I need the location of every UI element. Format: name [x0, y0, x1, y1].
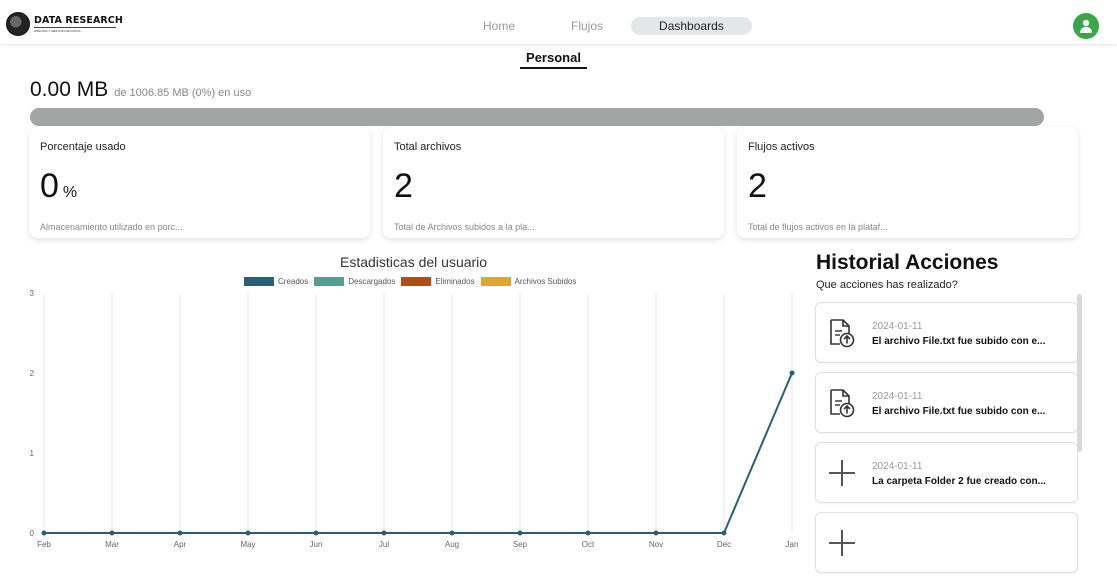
y-tick-label: 0 — [30, 529, 35, 538]
history-list[interactable]: 2024-01-11 El archivo File.txt fue subido… — [814, 302, 1080, 581]
data-point — [721, 530, 727, 536]
data-point — [381, 530, 387, 536]
y-tick-label: 2 — [30, 369, 35, 378]
card-description: Almacenamiento utilizado en porc... — [40, 222, 183, 232]
x-tick-label: Aug — [445, 540, 459, 549]
user-icon — [1080, 19, 1092, 33]
series-line-creados — [44, 372, 793, 534]
y-tick-label: 1 — [30, 449, 35, 458]
x-tick-label: Jan — [786, 540, 799, 549]
data-point — [41, 530, 47, 536]
plus-icon — [829, 530, 855, 556]
card-value: 2 — [748, 169, 1067, 203]
card-description: Total de flujos activos en la plataf... — [748, 222, 888, 232]
data-point — [245, 530, 251, 536]
card-flujos-activos: Flujos activos 2 Total de flujos activos… — [737, 127, 1078, 238]
globe-logo-icon — [6, 12, 30, 36]
history-item-date: 2024-01-11 — [872, 461, 923, 472]
history-item-date: 2024-01-11 — [872, 391, 923, 402]
card-title: Porcentaje usado — [40, 141, 126, 153]
file-upload-icon — [830, 389, 855, 418]
x-tick-label: Oct — [582, 540, 595, 549]
nav-flujos[interactable]: Flujos — [543, 17, 631, 35]
card-value-number: 2 — [394, 167, 413, 205]
y-tick-label: 3 — [30, 289, 35, 298]
chart-title: Estadisticas del usuario — [340, 254, 488, 270]
card-value: 2 — [394, 169, 713, 203]
data-point — [177, 530, 183, 536]
history-item-text: La carpeta Folder 2 fue creado con... — [872, 476, 1046, 487]
x-tick-label: Dec — [717, 540, 731, 549]
card-value-number: 2 — [748, 167, 767, 205]
user-stats-line-chart: 0 1 2 3 Feb Mar Apr May Jun Jul Aug Sep Oct Nov Dec Jan — [30, 289, 799, 549]
history-item[interactable]: 2024-01-11 El archivo File.txt fue subido… — [815, 302, 1078, 363]
data-point — [109, 530, 115, 536]
x-tick-label: Feb — [37, 540, 51, 549]
logo-text: DATA RESEARCH — [34, 15, 123, 26]
nav-home[interactable]: Home — [455, 17, 543, 35]
history-item-date: 2024-01-11 — [872, 321, 923, 332]
x-tick-label: Jun — [310, 540, 323, 549]
data-point — [653, 530, 659, 536]
storage-usage: 0.00 MB de 1006.85 MB (0%) en uso — [30, 78, 251, 102]
data-point — [313, 530, 319, 536]
history-scrollbar[interactable] — [1077, 294, 1082, 452]
plus-icon — [829, 460, 855, 486]
history-item[interactable]: 2024-01-11 La carpeta Folder 2 fue creado… — [815, 442, 1078, 503]
x-tick-label: Nov — [649, 540, 663, 549]
usage-detail: de 1006.85 MB (0%) en uso — [114, 87, 252, 99]
logo-subtext: ANÁLISIS Y GESTIÓN DE DATOS — [34, 27, 116, 33]
nav-dashboards[interactable]: Dashboards — [631, 17, 752, 35]
section-tab-personal[interactable]: Personal — [520, 50, 587, 69]
card-title: Flujos activos — [748, 141, 815, 153]
x-tick-label: Apr — [174, 540, 187, 549]
history-title: Historial Acciones — [816, 251, 999, 274]
data-point — [517, 530, 523, 536]
card-total-archivos: Total archivos 2 Total de Archivos subid… — [383, 127, 724, 238]
history-item-text: El archivo File.txt fue subido con e... — [872, 336, 1046, 347]
storage-progress-bar — [30, 108, 1044, 126]
file-upload-icon — [830, 319, 855, 348]
main-nav: Home Flujos Dashboards — [455, 17, 752, 35]
x-tick-label: Sep — [513, 540, 528, 549]
history-subtitle: Que acciones has realizado? — [816, 279, 958, 291]
card-porcentaje-usado: Porcentaje usado 0% Almacenamiento utili… — [29, 127, 370, 238]
history-item-text: El archivo File.txt fue subido con e... — [872, 406, 1046, 417]
usage-value: 0.00 MB — [30, 78, 109, 101]
user-avatar[interactable] — [1073, 13, 1099, 39]
top-navbar: DATA RESEARCH ANÁLISIS Y GESTIÓN DE DATO… — [0, 0, 1117, 44]
card-value-number: 0 — [40, 167, 59, 205]
card-value-unit: % — [62, 184, 78, 201]
data-point — [449, 530, 455, 536]
brand-logo[interactable]: DATA RESEARCH ANÁLISIS Y GESTIÓN DE DATO… — [6, 12, 123, 36]
data-point — [789, 370, 795, 376]
card-description: Total de Archivos subidos a la pla... — [394, 222, 535, 232]
x-tick-label: May — [240, 540, 255, 549]
x-tick-label: Mar — [105, 540, 119, 549]
x-tick-label: Jul — [379, 540, 389, 549]
card-value: 0% — [40, 169, 359, 203]
data-point — [585, 530, 591, 536]
history-item[interactable]: 2024-01-11 El archivo File.txt fue subido… — [815, 372, 1078, 433]
history-item[interactable] — [815, 512, 1078, 573]
card-title: Total archivos — [394, 141, 462, 153]
